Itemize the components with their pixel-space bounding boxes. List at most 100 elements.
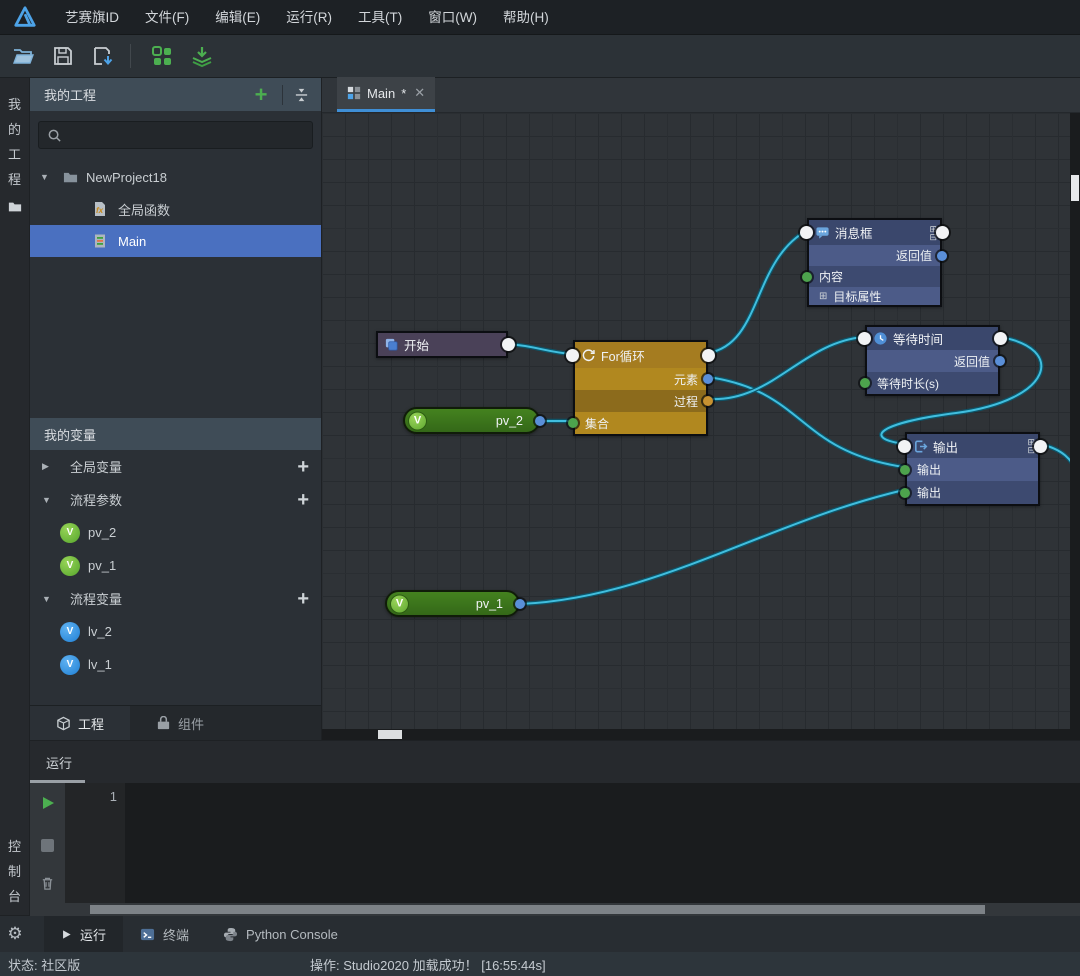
- scrollbar-thumb[interactable]: [378, 730, 402, 739]
- pill-node-pv_2[interactable]: Vpv_2: [403, 407, 540, 434]
- port[interactable]: [535, 416, 545, 426]
- panel-tab-工程[interactable]: 工程: [30, 706, 130, 740]
- wire-pv1.out-to-output.输出2[interactable]: [520, 490, 904, 604]
- node-row-label: 过程: [674, 393, 698, 410]
- pill-label: pv_2: [496, 414, 523, 428]
- panel-tab-组件[interactable]: 组件: [130, 706, 230, 740]
- wire-forloop.过程-to-wait.in[interactable]: [708, 337, 864, 399]
- tab-main[interactable]: Main * ✕: [337, 77, 435, 112]
- menu-item-1[interactable]: 文件(F): [132, 0, 202, 35]
- menu-bar: 艺赛旗ID文件(F)编辑(E)运行(R)工具(T)窗口(W)帮助(H): [0, 0, 1080, 35]
- app-logo-icon[interactable]: [10, 4, 40, 30]
- console-scrollbar[interactable]: [30, 903, 1080, 916]
- port[interactable]: [994, 332, 1007, 345]
- port[interactable]: [860, 378, 870, 388]
- variable-item-pv_2[interactable]: Vpv_2: [30, 516, 321, 549]
- port[interactable]: [898, 440, 911, 453]
- port[interactable]: [515, 599, 525, 609]
- variable-item-lv_2[interactable]: Vlv_2: [30, 615, 321, 648]
- port[interactable]: [502, 338, 515, 351]
- chevron-right-icon[interactable]: ▶: [42, 461, 54, 472]
- port[interactable]: [800, 226, 813, 239]
- flow-grid-icon: [347, 86, 361, 100]
- add-variable-button[interactable]: +: [297, 589, 309, 609]
- port[interactable]: [936, 226, 949, 239]
- variable-group-流程参数[interactable]: ▼流程参数+: [30, 483, 321, 516]
- node-等待时间[interactable]: 等待时间返回值等待时长(s): [865, 325, 1000, 396]
- chevron-down-icon[interactable]: ▼: [42, 495, 54, 505]
- canvas-horizontal-scrollbar[interactable]: [322, 729, 1080, 740]
- variable-item-lv_1[interactable]: Vlv_1: [30, 648, 321, 681]
- expand-plus-icon[interactable]: ⊞: [819, 291, 827, 302]
- bottombar-tab-终端[interactable]: 终端: [123, 916, 206, 952]
- variable-group-流程变量[interactable]: ▼流程变量+: [30, 582, 321, 615]
- port[interactable]: [900, 465, 910, 475]
- save-icon: [51, 44, 75, 68]
- port[interactable]: [937, 251, 947, 261]
- port[interactable]: [702, 349, 715, 362]
- variable-badge-icon: V: [390, 594, 409, 613]
- node-title: For循环: [601, 346, 645, 365]
- tree-item-全局函数[interactable]: fx全局函数: [30, 193, 321, 225]
- wire-start.out-to-forloop.in[interactable]: [508, 344, 572, 354]
- scrollbar-thumb[interactable]: [1071, 175, 1079, 201]
- bottombar-tab-运行[interactable]: 运行: [44, 916, 123, 952]
- port[interactable]: [566, 349, 579, 362]
- console-editor[interactable]: [125, 783, 1080, 903]
- scrollbar-thumb[interactable]: [90, 905, 985, 914]
- node-输出[interactable]: 输出⊞⊟输出输出: [905, 432, 1040, 506]
- node-消息框[interactable]: 消息框⊞⊟返回值内容⊞目标属性: [807, 218, 942, 307]
- bottombar-tab-Python Console[interactable]: Python Console: [206, 916, 355, 952]
- node-header: 消息框⊞⊟: [809, 220, 940, 245]
- menu-item-0[interactable]: 艺赛旗ID: [52, 0, 132, 35]
- wire-forloop.out-to-msgbox.in[interactable]: [708, 231, 806, 353]
- console-run-tab[interactable]: 运行: [46, 753, 72, 772]
- variables-panel-header: 我的变量: [30, 418, 321, 450]
- node-row-label: 输出: [917, 484, 941, 501]
- chevron-down-icon[interactable]: ▼: [42, 594, 54, 604]
- flow-canvas[interactable]: 开始 For循环元素过程集合 消息框⊞⊟返回值内容⊞目标属性等待时间返回值等待时长(…: [322, 113, 1080, 740]
- variable-item-pv_1[interactable]: Vpv_1: [30, 549, 321, 582]
- menu-item-2[interactable]: 编辑(E): [202, 0, 273, 35]
- port[interactable]: [568, 418, 578, 428]
- port[interactable]: [703, 374, 713, 384]
- node-For循环[interactable]: For循环元素过程集合: [573, 340, 708, 436]
- collapse-all-icon[interactable]: [291, 85, 311, 105]
- menu-item-3[interactable]: 运行(R): [273, 0, 345, 35]
- port[interactable]: [703, 396, 713, 406]
- tree-item-Main[interactable]: Main: [30, 225, 321, 257]
- variable-group-全局变量[interactable]: ▶全局变量+: [30, 450, 321, 483]
- node-开始[interactable]: 开始: [376, 331, 508, 358]
- port[interactable]: [900, 488, 910, 498]
- open-folder-button[interactable]: [6, 40, 40, 72]
- add-variable-button[interactable]: +: [297, 490, 309, 510]
- menu-item-6[interactable]: 帮助(H): [490, 0, 562, 35]
- port[interactable]: [995, 356, 1005, 366]
- components-button[interactable]: [145, 40, 179, 72]
- menu-item-4[interactable]: 工具(T): [345, 0, 415, 35]
- menu-item-5[interactable]: 窗口(W): [415, 0, 490, 35]
- port[interactable]: [858, 332, 871, 345]
- clear-trash-button[interactable]: [38, 873, 58, 893]
- flow-icon: [92, 233, 108, 249]
- node-header: For循环: [575, 342, 706, 368]
- save-export-button[interactable]: [86, 40, 120, 72]
- add-flow-button[interactable]: +: [248, 84, 274, 106]
- tree-item-NewProject18[interactable]: ▼NewProject18: [30, 161, 321, 193]
- strip-console-tab[interactable]: 控制台: [8, 834, 21, 909]
- chevron-down-icon[interactable]: ▼: [40, 172, 52, 182]
- import-package-button[interactable]: [185, 40, 219, 72]
- strip-project-tab[interactable]: 我的工程: [7, 92, 23, 214]
- close-icon[interactable]: ✕: [414, 85, 425, 101]
- port[interactable]: [1034, 440, 1047, 453]
- stop-button[interactable]: [38, 835, 58, 855]
- port[interactable]: [802, 272, 812, 282]
- gear-icon[interactable]: ⚙: [0, 924, 30, 944]
- run-play-button[interactable]: [38, 793, 58, 813]
- add-variable-button[interactable]: +: [297, 457, 309, 477]
- canvas-vertical-scrollbar[interactable]: [1070, 113, 1080, 740]
- save-button[interactable]: [46, 40, 80, 72]
- pill-node-pv_1[interactable]: Vpv_1: [385, 590, 520, 617]
- variable-item-label: lv_2: [88, 624, 112, 639]
- search-input[interactable]: [38, 121, 313, 149]
